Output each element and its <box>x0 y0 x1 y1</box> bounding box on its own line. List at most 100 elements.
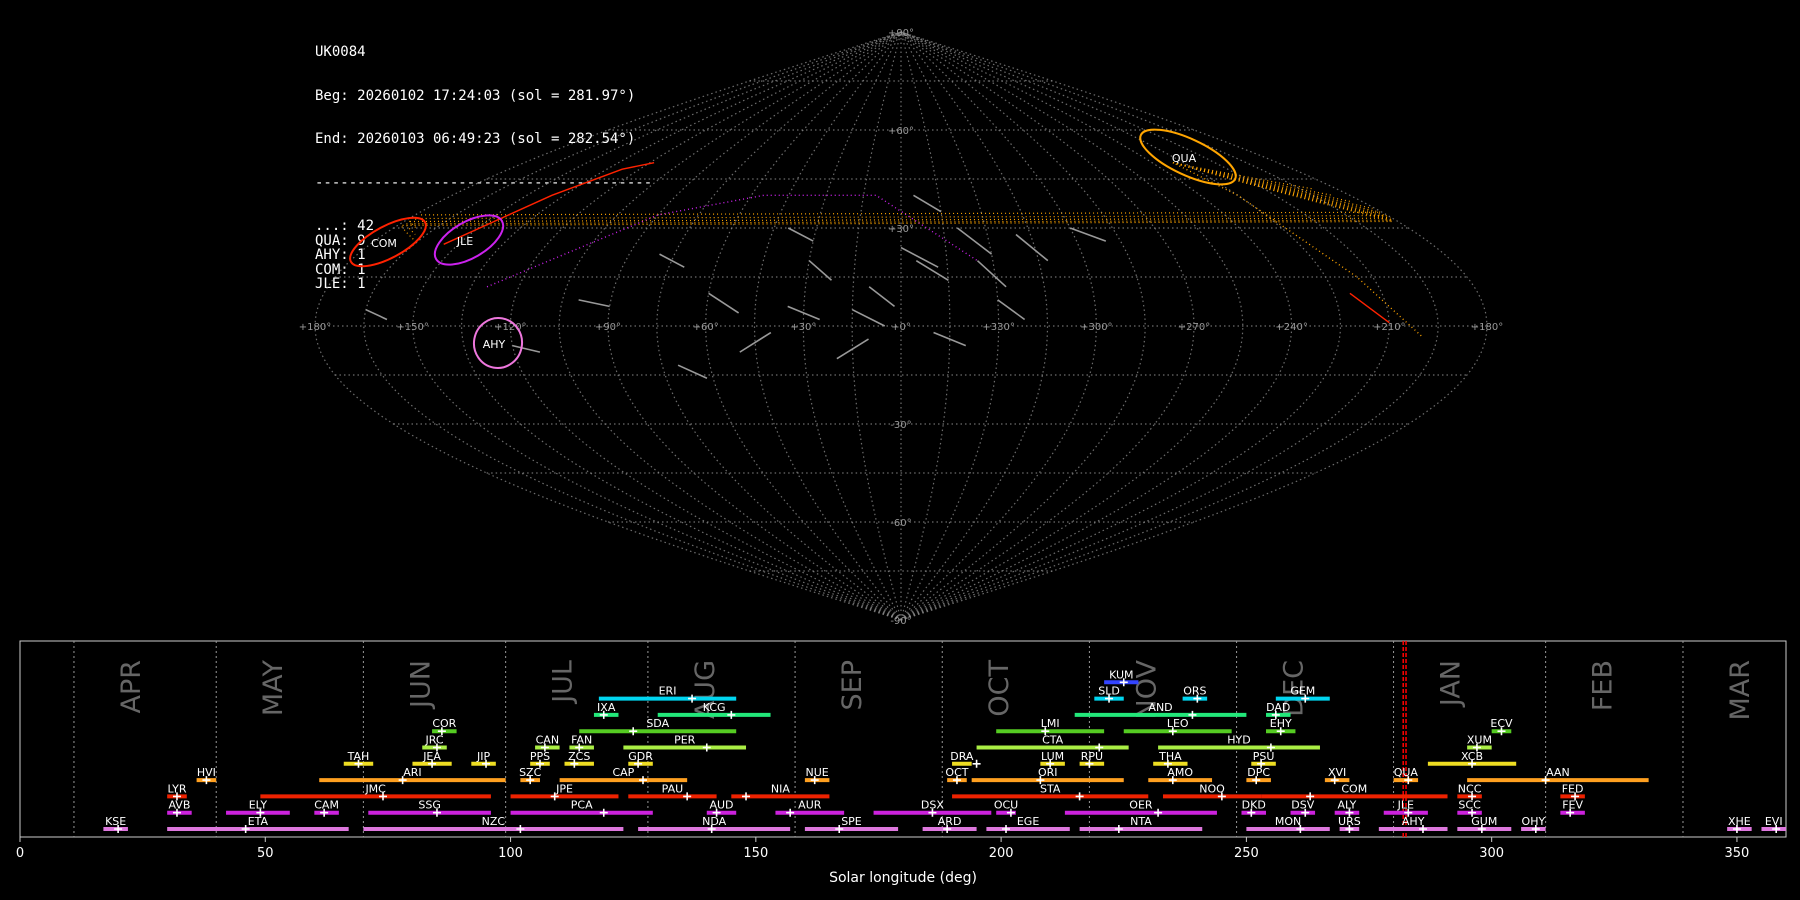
shower-label: COM <box>1341 782 1367 795</box>
shower-label: JRC <box>425 734 444 747</box>
shower-label: PPS <box>530 750 550 763</box>
shower-label: EHY <box>1270 717 1292 730</box>
shower-label: NIA <box>771 782 790 795</box>
shower-label: XVI <box>1328 766 1346 779</box>
shower-label: STA <box>1040 782 1061 795</box>
shower-label: NOO <box>1199 782 1225 795</box>
shower-label: JEA <box>422 750 441 763</box>
shower-label: OHY <box>1522 815 1546 828</box>
shower-label: AUD <box>709 799 733 812</box>
x-tick-label: 200 <box>989 846 1014 861</box>
month-label: APR <box>116 660 147 714</box>
x-tick-label: 300 <box>1479 846 1504 861</box>
shower-label: JMC <box>364 782 386 795</box>
shower-label: ARI <box>403 766 421 779</box>
x-tick-label: 150 <box>743 846 768 861</box>
shower-label: FEV <box>1562 799 1583 812</box>
month-label: JUL <box>548 660 579 705</box>
shower-label: KCG <box>703 701 726 714</box>
shower-label: DKD <box>1242 799 1266 812</box>
shower-label: NDA <box>702 815 727 828</box>
shower-label: IXA <box>597 701 616 714</box>
shower-label: OCT <box>945 766 968 779</box>
month-label: FEB <box>1588 660 1619 711</box>
shower-label: AVB <box>168 799 190 812</box>
shower-label: ZCS <box>568 750 590 763</box>
shower-label: PER <box>674 734 696 747</box>
shower-label: GUM <box>1471 815 1497 828</box>
shower-label: JPE <box>555 782 573 795</box>
x-tick-label: 100 <box>498 846 523 861</box>
shower-label: COR <box>432 717 456 730</box>
shower-label: ALY <box>1337 799 1356 812</box>
shower-label: FAN <box>571 734 592 747</box>
x-axis-label: Solar longitude (deg) <box>829 870 977 886</box>
shower-label: AND <box>1148 701 1172 714</box>
shower-label: DRA <box>950 750 974 763</box>
shower-label: ETA <box>248 815 269 828</box>
shower-label: PSU <box>1253 750 1275 763</box>
month-label: OCT <box>984 660 1015 717</box>
shower-label: LUM <box>1041 750 1064 763</box>
shower-label: DSV <box>1291 799 1314 812</box>
shower-label: EVI <box>1765 815 1783 828</box>
shower-label: LYR <box>167 782 186 795</box>
shower-label: CAN <box>536 734 559 747</box>
shower-label: ERI <box>659 685 677 698</box>
shower-label: HVI <box>197 766 216 779</box>
shower-label: CAM <box>314 799 339 812</box>
shower-label: ARD <box>938 815 962 828</box>
shower-label: ORS <box>1183 685 1206 698</box>
shower-label: QUA <box>1394 766 1419 779</box>
x-tick-label: 50 <box>257 846 274 861</box>
shower-label: AUR <box>798 799 822 812</box>
shower-label: OCU <box>994 799 1018 812</box>
shower-label: NUE <box>806 766 829 779</box>
shower-label: TAH <box>347 750 370 763</box>
shower-label: SPE <box>841 815 862 828</box>
shower-label: SLD <box>1098 685 1120 698</box>
shower-label: JIP <box>476 750 490 763</box>
shower-label: LMI <box>1041 717 1060 730</box>
shower-label: DAD <box>1266 701 1290 714</box>
shower-label: THA <box>1158 750 1182 763</box>
shower-label: NCC <box>1458 782 1482 795</box>
shower-label: EGE <box>1017 815 1039 828</box>
shower-label: DPC <box>1247 766 1270 779</box>
x-tick-label: 0 <box>16 846 24 861</box>
shower-label: PCA <box>571 799 593 812</box>
x-tick-label: 250 <box>1234 846 1259 861</box>
shower-label: SCC <box>1458 799 1481 812</box>
shower-label: NTA <box>1130 815 1152 828</box>
shower-label: CTA <box>1042 734 1064 747</box>
shower-label: MON <box>1275 815 1301 828</box>
shower-label: LEO <box>1167 717 1189 730</box>
shower-label: HYD <box>1227 734 1250 747</box>
shower-label: JLE <box>1397 799 1414 812</box>
shower-label: XCB <box>1461 750 1483 763</box>
shower-label: GDR <box>628 750 653 763</box>
x-tick-label: 350 <box>1725 846 1750 861</box>
shower-label: KSE <box>105 815 126 828</box>
shower-label: GEM <box>1290 685 1315 698</box>
shower-label: KUM <box>1109 668 1133 681</box>
shower-label: URS <box>1338 815 1361 828</box>
shower-label: RPU <box>1081 750 1103 763</box>
shower-label: XHE <box>1728 815 1751 828</box>
shower-label: XUM <box>1467 734 1492 747</box>
shower-label: AAN <box>1546 766 1570 779</box>
timeline-chart: APR MAY JUN JUL AUG SEP OCT NOV DEC JAN FEB MARKUME… <box>16 640 1787 886</box>
shower-label: SZC <box>519 766 542 779</box>
month-label: MAY <box>258 660 289 717</box>
month-label: SEP <box>837 660 868 710</box>
shower-label: ORI <box>1038 766 1058 779</box>
shower-label: DSX <box>921 799 944 812</box>
shower-label: CAP <box>612 766 634 779</box>
shower-label: OER <box>1129 799 1153 812</box>
shower-label: SDA <box>646 717 669 730</box>
shower-label: FED <box>1562 782 1584 795</box>
shower-label: SSG <box>418 799 441 812</box>
shower-label: AMO <box>1167 766 1193 779</box>
month-label: MAR <box>1725 660 1756 721</box>
month-label: JUN <box>405 660 436 710</box>
